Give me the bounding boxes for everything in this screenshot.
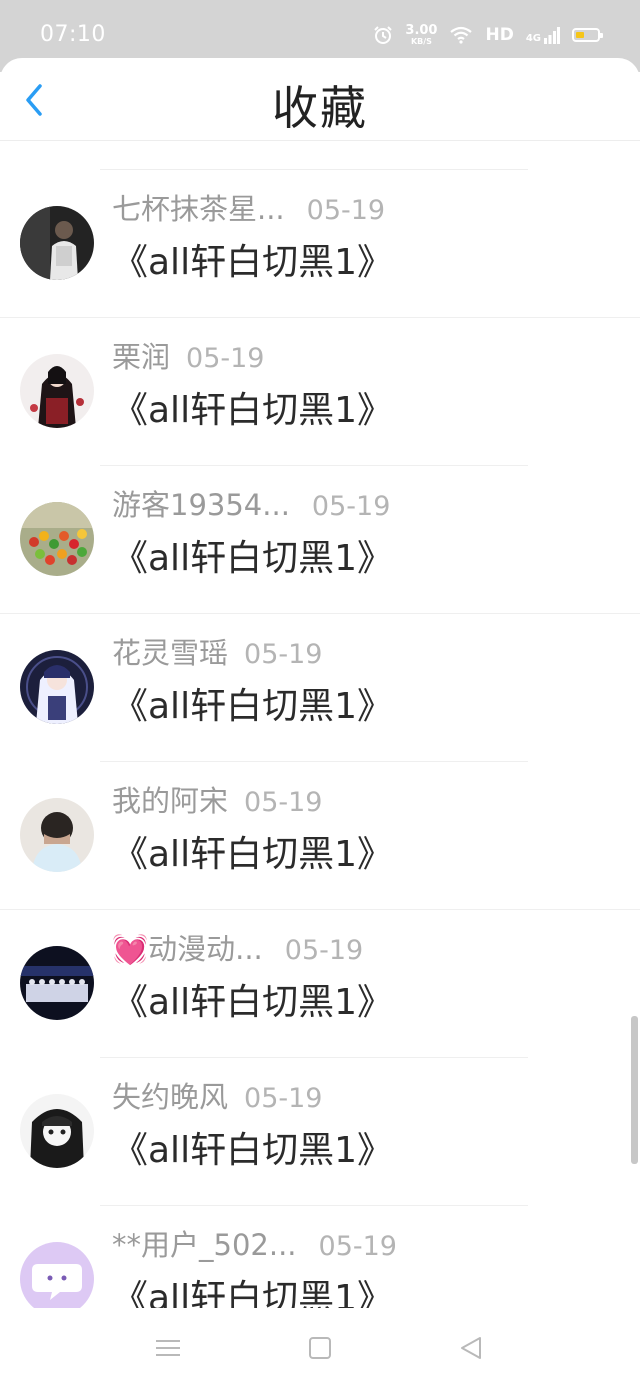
- avatar[interactable]: [20, 502, 94, 576]
- item-date: 05-19: [306, 195, 386, 226]
- item-date: 05-19: [244, 639, 323, 670]
- book-title[interactable]: 《all轩白切黑1》: [112, 1121, 393, 1173]
- user-line: 七杯抹茶星... 05-19: [112, 186, 385, 228]
- speed-value: 3.00: [405, 23, 438, 38]
- list-item[interactable]: 七杯抹茶星... 05-19 《all轩白切黑1》: [0, 170, 640, 318]
- item-date: 05-19: [318, 1231, 397, 1262]
- user-name: 花灵雪瑶: [112, 636, 229, 670]
- list-item[interactable]: 游客19354... 05-19 《all轩白切黑1》: [0, 466, 640, 614]
- user-line: 栗润 05-19: [112, 334, 264, 376]
- avatar[interactable]: [20, 650, 94, 724]
- avatar[interactable]: [20, 206, 94, 280]
- page-title: 收藏: [272, 81, 368, 135]
- item-date: 05-19: [284, 935, 364, 966]
- user-line: 我的阿宋 05-19: [112, 778, 322, 820]
- book-title[interactable]: 《all轩白切黑1》: [112, 1269, 393, 1308]
- speed-unit: KB/S: [410, 37, 432, 46]
- avatar[interactable]: [20, 1242, 94, 1308]
- item-date: 05-19: [244, 1083, 323, 1114]
- menu-icon[interactable]: [152, 1332, 184, 1364]
- user-name: 栗润: [112, 340, 171, 374]
- user-line: 💓动漫动... 05-19: [112, 926, 363, 968]
- user-line: **用户_502... 05-19: [112, 1222, 397, 1264]
- signal-icon: 4G: [526, 26, 560, 44]
- status-icons: 3.00 KB/S HD 4G: [373, 24, 603, 46]
- list-item[interactable]: 失约晚风 05-19 《all轩白切黑1》: [0, 1058, 640, 1206]
- avatar[interactable]: [20, 798, 94, 872]
- user-name: 我的阿宋: [112, 784, 229, 818]
- home-square-icon[interactable]: [304, 1332, 336, 1364]
- item-date: 05-19: [244, 787, 323, 818]
- network-speed: 3.00 KB/S: [405, 24, 437, 46]
- user-name: 游客19354...: [112, 488, 290, 522]
- hd-label: HD: [485, 25, 514, 45]
- navigation-bar: [0, 1308, 640, 1387]
- book-title[interactable]: 《all轩白切黑1》: [112, 973, 393, 1025]
- avatar[interactable]: [20, 1094, 94, 1168]
- user-line: 失约晚风 05-19: [112, 1074, 322, 1116]
- book-title[interactable]: 《all轩白切黑1》: [112, 677, 393, 729]
- list-item[interactable]: **用户_502... 05-19 《all轩白切黑1》: [0, 1206, 640, 1308]
- user-line: 花灵雪瑶 05-19: [112, 630, 322, 672]
- wifi-icon: [450, 26, 473, 44]
- list-item[interactable]: 我的阿宋 05-19 《all轩白切黑1》: [0, 762, 640, 910]
- book-title[interactable]: 《all轩白切黑1》: [112, 529, 393, 581]
- battery-icon: [572, 28, 603, 42]
- book-title[interactable]: 《all轩白切黑1》: [112, 233, 393, 285]
- header: 收藏: [0, 58, 640, 141]
- alarm-icon: [374, 26, 393, 44]
- list-item[interactable]: 💓动漫动... 05-19 《all轩白切黑1》: [0, 910, 640, 1058]
- list-item[interactable]: 花灵雪瑶 05-19 《all轩白切黑1》: [0, 614, 640, 762]
- network-type: 4G: [525, 33, 541, 44]
- user-name: 失约晚风: [112, 1080, 229, 1114]
- item-date: 05-19: [186, 343, 265, 374]
- item-date: 05-19: [311, 491, 391, 522]
- book-title[interactable]: 《all轩白切黑1》: [112, 825, 393, 877]
- avatar[interactable]: [20, 946, 94, 1020]
- status-time: 07:10: [40, 22, 106, 47]
- favorites-list[interactable]: 七杯抹茶星... 05-19 《all轩白切黑1》 栗润 05-19 《all轩白切…: [0, 140, 640, 1308]
- user-name: 七杯抹茶星...: [112, 192, 285, 226]
- avatar[interactable]: [20, 354, 94, 428]
- book-title[interactable]: 《all轩白切黑1》: [112, 381, 393, 433]
- user-line: 游客19354... 05-19: [112, 482, 390, 524]
- user-name: 💓动漫动...: [112, 932, 263, 966]
- user-name: **用户_502...: [112, 1228, 297, 1262]
- scrollbar[interactable]: [631, 1016, 638, 1164]
- back-triangle-icon[interactable]: [456, 1332, 488, 1364]
- list-item[interactable]: 栗润 05-19 《all轩白切黑1》: [0, 318, 640, 466]
